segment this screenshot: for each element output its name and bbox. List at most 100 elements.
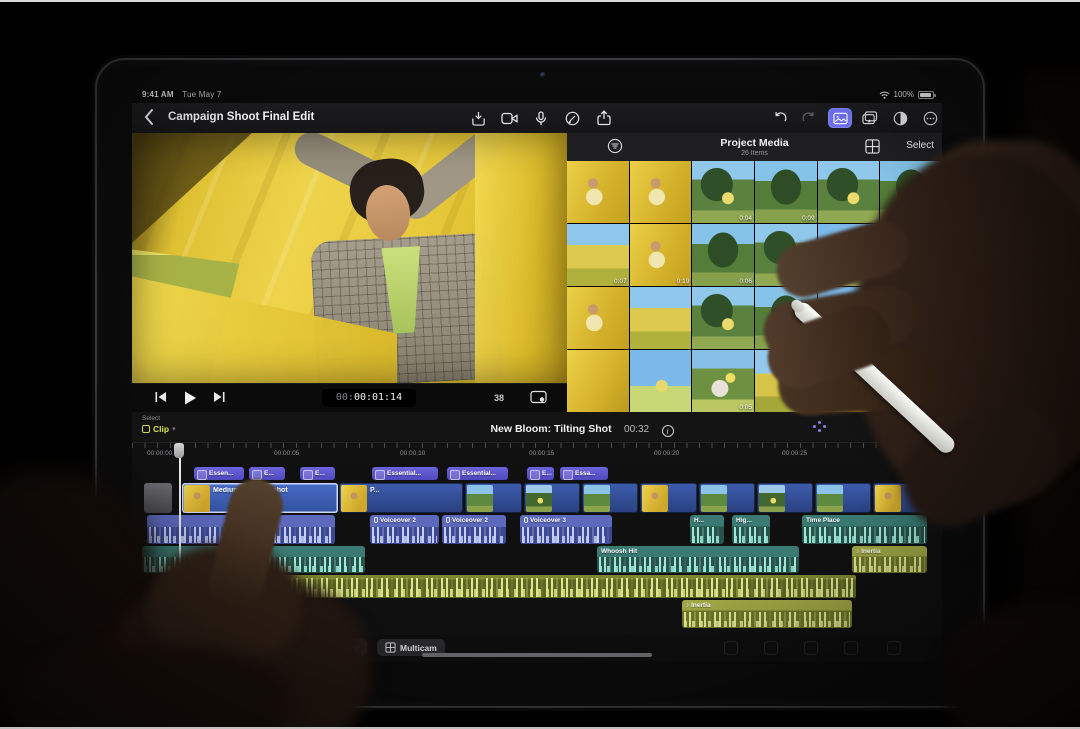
- media-thumbnail[interactable]: [567, 161, 629, 223]
- voiceover-clip[interactable]: Voiceover 2: [370, 515, 439, 544]
- media-thumbnail[interactable]: 0:05: [692, 350, 754, 412]
- viewer-vignette: [132, 133, 567, 383]
- project-title: Campaign Shoot Final Edit: [168, 111, 314, 123]
- clip-thumbnail: [341, 485, 367, 512]
- front-camera: [540, 72, 546, 78]
- video-clip[interactable]: [757, 483, 813, 513]
- timecode-display[interactable]: 00:00:01:14: [322, 389, 416, 407]
- clip-mode-selector[interactable]: Clip ▾: [142, 424, 176, 434]
- timecode-value: 00:01:14: [354, 392, 402, 403]
- play-button[interactable]: [182, 390, 198, 411]
- voiceover-clip[interactable]: Voiceover 3: [520, 515, 612, 544]
- wifi-icon: [879, 91, 890, 99]
- voiceover-clip[interactable]: Voiceover 2: [442, 515, 506, 544]
- audio-waveform: [684, 612, 850, 627]
- title-clip[interactable]: E...: [300, 467, 335, 480]
- skip-back-button[interactable]: [154, 390, 168, 409]
- media-thumbnail[interactable]: 0:07: [567, 224, 629, 286]
- title-clip[interactable]: Essa...: [560, 467, 608, 480]
- video-viewer[interactable]: [132, 133, 567, 383]
- media-thumbnail[interactable]: 0:04: [692, 161, 754, 223]
- thumbnail-duration-badge: 0:19: [677, 278, 690, 285]
- viewer-display-options-button[interactable]: [530, 390, 547, 409]
- video-clip[interactable]: [465, 483, 522, 513]
- media-thumbnail[interactable]: [567, 350, 629, 412]
- ruler-timecode-label: 00:00:25: [782, 450, 807, 457]
- blade-tool-button-disabled[interactable]: [764, 641, 778, 655]
- clip-label: Essential...: [387, 470, 436, 477]
- undo-button[interactable]: [768, 108, 792, 128]
- media-thumbnail[interactable]: [692, 287, 754, 349]
- thumbnail-duration-badge: 0:09: [802, 215, 815, 222]
- frame-rate-indicator: 38: [494, 393, 504, 403]
- title-clip[interactable]: Essential...: [447, 467, 508, 480]
- title-clip[interactable]: Essential...: [372, 467, 438, 480]
- photo-top-border: [0, 0, 1080, 2]
- sfx-clip[interactable]: H...: [690, 515, 724, 544]
- redo-button[interactable]: [796, 108, 820, 128]
- clip-label: Essen...: [209, 470, 242, 477]
- clip-label: Essential...: [462, 470, 506, 477]
- trim-tool-button-disabled[interactable]: [724, 641, 738, 655]
- left-hand-lower: [10, 645, 290, 729]
- thumbnail-duration-badge: 0:06: [739, 278, 752, 285]
- title-clip[interactable]: Essen...: [194, 467, 244, 480]
- media-thumbnail[interactable]: [567, 287, 629, 349]
- more-options-button[interactable]: [918, 108, 942, 128]
- chevron-down-icon: ▾: [172, 425, 176, 433]
- mode-caption: Select: [142, 415, 160, 422]
- status-time: 9:41 AM: [142, 90, 174, 99]
- skip-forward-button[interactable]: [212, 390, 226, 409]
- connect-clips-icon[interactable]: [812, 421, 828, 433]
- home-indicator[interactable]: [422, 653, 652, 657]
- audio-waveform: [692, 527, 722, 543]
- ruler-timecode-label: 00:00:00: [147, 450, 172, 457]
- video-clip[interactable]: [699, 483, 755, 513]
- audio-waveform: [372, 527, 437, 543]
- audio-waveform: [599, 557, 797, 572]
- ruler-timecode-label: 00:00:05: [274, 450, 299, 457]
- media-thumbnail[interactable]: 0:06: [692, 224, 754, 286]
- append-tool-button-disabled[interactable]: [844, 641, 858, 655]
- microphone-icon: [446, 517, 450, 523]
- video-clip[interactable]: [524, 483, 580, 513]
- media-thumbnail[interactable]: [630, 350, 692, 412]
- clip-thumbnail: [184, 485, 210, 512]
- import-media-button[interactable]: [466, 108, 490, 128]
- delete-tool-button-disabled[interactable]: [887, 641, 901, 655]
- media-thumbnail[interactable]: [630, 287, 692, 349]
- battery-icon: [918, 91, 934, 99]
- video-clip[interactable]: [582, 483, 638, 513]
- back-button[interactable]: [144, 108, 160, 128]
- timeline-ruler[interactable]: 00:00:0000:00:0500:00:1000:00:1500:00:20…: [132, 442, 942, 464]
- color-adjust-button[interactable]: [888, 108, 912, 128]
- video-clip[interactable]: [640, 483, 697, 513]
- photo-stage: 9:41 AM Tue May 7 100% Campaign Shoot Fi…: [0, 0, 1080, 729]
- pencil-tools-button[interactable]: [560, 108, 584, 128]
- overwrite-tool-button-disabled[interactable]: [804, 641, 818, 655]
- title-clip[interactable]: E...: [527, 467, 554, 480]
- timecode-hours: 00:: [336, 392, 354, 403]
- ruler-timecode-label: 00:00:10: [400, 450, 425, 457]
- navigation-bar: Campaign Shoot Final Edit: [132, 103, 942, 133]
- clip-thumbnail: [584, 485, 610, 512]
- clip-info-button[interactable]: i: [662, 425, 674, 437]
- offscreen-clip[interactable]: [144, 483, 172, 513]
- whoosh-hit-clip[interactable]: Whoosh Hit: [597, 546, 799, 573]
- music-clip[interactable]: Inertia: [682, 600, 852, 628]
- camera-button[interactable]: [497, 108, 521, 128]
- thumbnail-duration-badge: 0:04: [739, 215, 752, 222]
- sfx-clip[interactable]: Hig...: [732, 515, 770, 544]
- clip-label: Inertia: [686, 602, 850, 609]
- playhead-handle[interactable]: [174, 443, 184, 458]
- media-thumbnail[interactable]: 0:09: [755, 161, 817, 223]
- media-thumbnail[interactable]: [630, 161, 692, 223]
- clip-label: Voiceover 2: [446, 517, 504, 524]
- microphone-button[interactable]: [529, 108, 553, 128]
- media-browser-button[interactable]: [828, 108, 852, 128]
- clip-thumbnail: [759, 485, 785, 512]
- share-button[interactable]: [592, 108, 616, 128]
- video-clip[interactable]: P...: [339, 483, 463, 513]
- media-thumbnail[interactable]: 0:19: [630, 224, 692, 286]
- clips-library-button[interactable]: [858, 108, 882, 128]
